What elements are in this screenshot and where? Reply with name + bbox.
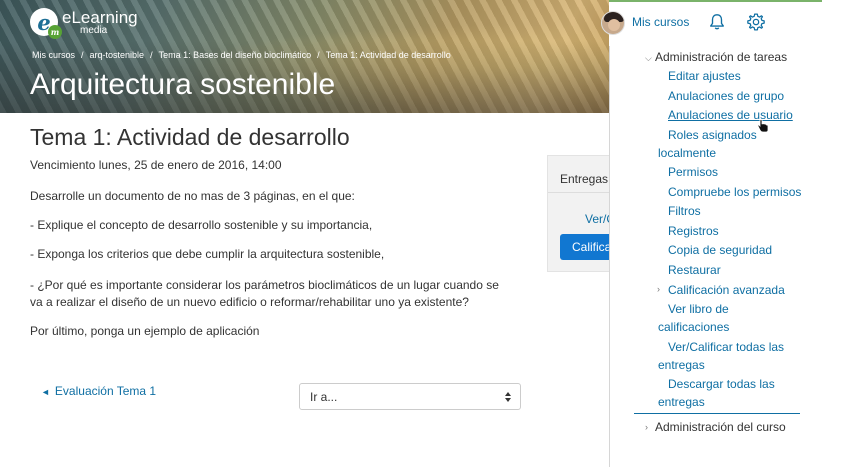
drawer-item-backup[interactable]: Copia de seguridad <box>668 241 772 259</box>
jump-to-select[interactable]: Ir a... <box>299 383 521 410</box>
submissions-divider <box>548 192 609 193</box>
submissions-label: Entregas: <box>560 172 609 186</box>
select-caret-icon <box>505 390 511 404</box>
logo-text: eLearning media <box>62 9 138 36</box>
due-date: Vencimiento lunes, 25 de enero de 2016, … <box>30 158 282 172</box>
drawer-item-check-permissions[interactable]: Compruebe los permisos <box>668 183 801 201</box>
drawer-item-gradebook[interactable]: Ver libro de calificaciones <box>658 300 803 336</box>
drawer-item-view-grade-all[interactable]: Ver/Calificar todas las entregas <box>658 338 803 374</box>
breadcrumb-item-my-courses[interactable]: Mis cursos <box>32 50 75 60</box>
previous-activity-label: Evaluación Tema 1 <box>54 384 157 398</box>
breadcrumb: Mis cursos / arq-tostenible / Tema 1: Ba… <box>32 50 451 60</box>
gear-icon[interactable] <box>746 12 766 32</box>
logo-mark-badge: m <box>48 25 62 39</box>
avatar-face <box>608 19 620 31</box>
drawer-item-edit-settings[interactable]: Editar ajustes <box>668 67 741 85</box>
drawer-item-advanced-grading[interactable]: Calificación avanzada <box>668 281 785 299</box>
submissions-panel: Entregas: Ver/C Calificar <box>547 155 609 272</box>
hand-cursor-icon <box>757 119 769 133</box>
user-avatar[interactable] <box>601 11 625 35</box>
description-paragraph: - Exponga los criterios que debe cumplir… <box>30 247 385 261</box>
chevron-down-icon: ⌵ <box>645 53 652 63</box>
breadcrumb-item-activity[interactable]: Tema 1: Actividad de desarrollo <box>326 50 451 60</box>
activity-title: Tema 1: Actividad de desarrollo <box>30 124 350 150</box>
bell-icon[interactable] <box>708 13 726 31</box>
triangle-left-icon: ◄ <box>41 387 50 397</box>
page-right-margin <box>822 0 860 467</box>
chevron-right-icon: › <box>645 422 648 432</box>
breadcrumb-separator: / <box>81 50 84 60</box>
description-paragraph: Por último, ponga un ejemplo de aplicaci… <box>30 324 260 338</box>
drawer-heading[interactable]: Administración de tareas <box>655 48 787 66</box>
breadcrumb-separator: / <box>150 50 153 60</box>
chevron-right-icon: › <box>657 284 660 294</box>
course-title: Arquitectura sostenible <box>30 68 336 101</box>
breadcrumb-separator: / <box>317 50 320 60</box>
drawer-item-restore[interactable]: Restaurar <box>668 261 721 279</box>
logo-sub: media <box>80 24 108 36</box>
drawer-item-permissions[interactable]: Permisos <box>668 163 718 181</box>
description-paragraph: - ¿Por qué es importante considerar los … <box>30 278 499 309</box>
logo-mark-icon: e m <box>30 8 62 39</box>
previous-activity-link[interactable]: ◄ Evaluación Tema 1 <box>41 384 156 398</box>
grade-button[interactable]: Calificar <box>560 234 609 260</box>
drawer-item-logs[interactable]: Registros <box>668 222 719 240</box>
description-paragraph: Desarrolle un documento de no mas de 3 p… <box>30 189 355 203</box>
drawer-item-roles[interactable]: Roles asignados localmente <box>658 126 803 162</box>
my-courses-link[interactable]: Mis cursos <box>632 15 689 29</box>
drawer-course-admin[interactable]: Administración del curso <box>655 418 786 436</box>
site-logo[interactable]: e m eLearning media <box>30 8 138 39</box>
drawer-item-group-overrides[interactable]: Anulaciones de grupo <box>668 87 784 105</box>
description-paragraph: - Explique el concepto de desarrollo sos… <box>30 218 373 232</box>
drawer-item-filters[interactable]: Filtros <box>668 202 701 220</box>
logo-brand: eLearning <box>62 7 138 27</box>
breadcrumb-item-course[interactable]: arq-tostenible <box>90 50 145 60</box>
drawer-item-download-all[interactable]: Descargar todas las entregas <box>658 375 803 411</box>
jump-to-value: Ir a... <box>310 390 338 404</box>
drawer-item-user-overrides[interactable]: Anulaciones de usuario <box>668 106 793 124</box>
breadcrumb-item-section[interactable]: Tema 1: Bases del diseño bioclimático <box>159 50 312 60</box>
drawer-divider <box>634 413 800 414</box>
view-submissions-link[interactable]: Ver/C <box>585 212 609 226</box>
